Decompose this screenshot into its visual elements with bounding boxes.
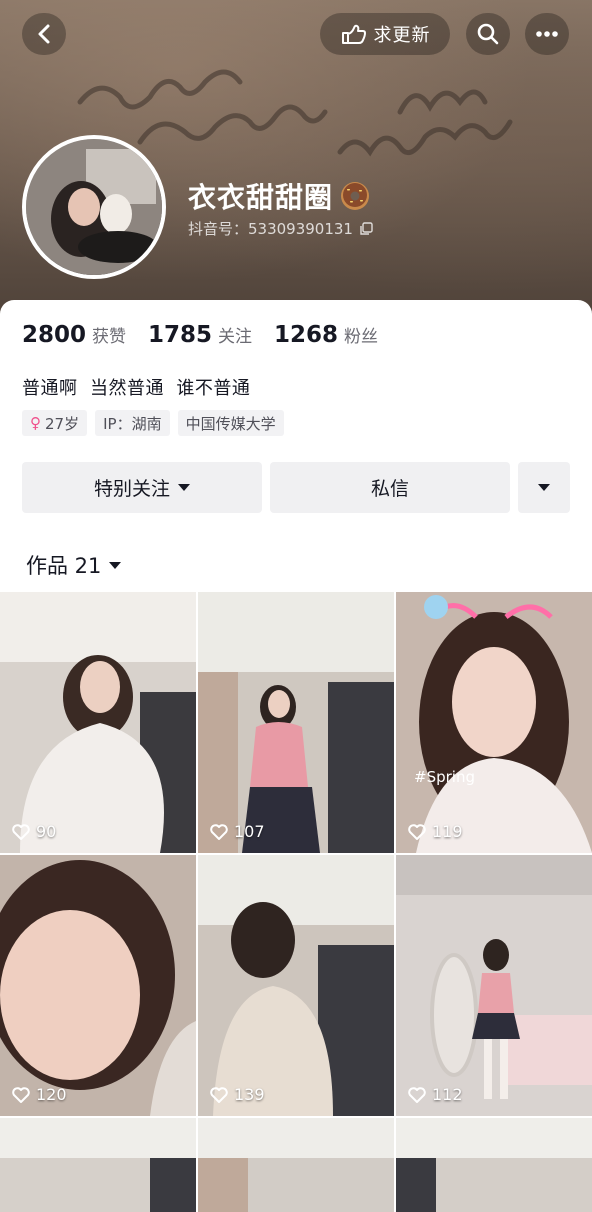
stat-following[interactable]: 1785 关注 bbox=[148, 322, 252, 348]
like-count-value: 139 bbox=[234, 1085, 265, 1104]
like-count: 119 bbox=[408, 822, 463, 841]
like-count: 112 bbox=[408, 1085, 463, 1104]
more-dots-icon bbox=[536, 31, 558, 37]
more-button[interactable] bbox=[525, 13, 569, 55]
stat-likes-value: 2800 bbox=[22, 322, 87, 348]
heart-icon bbox=[12, 823, 30, 840]
profile-bio: 普通啊 当然普通 谁不普通 bbox=[22, 378, 251, 399]
profile-actions: 特别关注 私信 bbox=[22, 462, 570, 513]
stat-followers-value: 1268 bbox=[274, 322, 339, 348]
recommend-dropdown-button[interactable] bbox=[518, 462, 570, 513]
video-cover-image: #Spring bbox=[396, 592, 592, 853]
hand-point-icon bbox=[341, 24, 366, 44]
profile-stats: 2800 获赞 1785 关注 1268 粉丝 bbox=[22, 322, 378, 348]
heart-icon bbox=[408, 1086, 426, 1103]
avatar[interactable] bbox=[22, 135, 166, 279]
profile-tags: ♀ 27岁 IP：湖南 中国传媒大学 bbox=[22, 410, 284, 436]
message-button[interactable]: 私信 bbox=[270, 462, 510, 513]
video-cover-image bbox=[0, 592, 196, 853]
video-cover-image bbox=[396, 1118, 592, 1212]
video-cover-image bbox=[198, 592, 394, 853]
video-cover-image bbox=[0, 855, 196, 1116]
douyin-id[interactable]: 抖音号：53309390131 bbox=[188, 218, 373, 239]
video-thumbnail[interactable] bbox=[396, 1118, 592, 1212]
stat-likes-label: 获赞 bbox=[92, 327, 127, 347]
heart-icon bbox=[210, 823, 228, 840]
video-cover-image bbox=[0, 1118, 196, 1212]
heart-icon bbox=[210, 1086, 228, 1103]
chevron-down-icon bbox=[178, 484, 190, 491]
heart-icon bbox=[408, 823, 426, 840]
donut-emoji-icon bbox=[341, 182, 370, 210]
request-update-button[interactable]: 求更新 bbox=[320, 13, 450, 55]
like-count-value: 107 bbox=[234, 822, 265, 841]
nickname: 衣衣甜甜圈 bbox=[188, 176, 371, 216]
school-text: 中国传媒大学 bbox=[185, 414, 276, 433]
video-cover-image bbox=[198, 1118, 394, 1212]
stat-followers[interactable]: 1268 粉丝 bbox=[274, 322, 378, 348]
like-count: 90 bbox=[12, 822, 56, 841]
stat-following-label: 关注 bbox=[218, 327, 253, 347]
age-tag: ♀ 27岁 bbox=[22, 410, 88, 436]
video-cover-image bbox=[396, 855, 592, 1116]
search-button[interactable] bbox=[466, 13, 510, 55]
video-thumbnail[interactable]: 107 bbox=[198, 592, 394, 853]
video-thumbnail[interactable]: 139 bbox=[198, 855, 394, 1116]
back-button[interactable] bbox=[22, 13, 66, 55]
like-count-value: 119 bbox=[432, 822, 463, 841]
heart-icon bbox=[12, 1086, 30, 1103]
like-count: 139 bbox=[210, 1085, 265, 1104]
video-thumbnail[interactable]: #Spring 119 bbox=[396, 592, 592, 853]
school-tag[interactable]: 中国传媒大学 bbox=[177, 410, 284, 436]
request-update-label: 求更新 bbox=[373, 25, 431, 46]
avatar-photo bbox=[26, 139, 162, 275]
female-icon: ♀ bbox=[30, 414, 41, 432]
like-count-value: 112 bbox=[432, 1085, 463, 1104]
douyin-id-text: 抖音号：53309390131 bbox=[188, 220, 353, 238]
stat-following-value: 1785 bbox=[148, 322, 213, 348]
search-icon bbox=[477, 23, 499, 45]
back-arrow-icon bbox=[38, 24, 50, 44]
chevron-down-icon bbox=[538, 484, 550, 491]
video-thumbnail[interactable] bbox=[0, 1118, 196, 1212]
works-tab-label: 作品 21 bbox=[26, 554, 102, 578]
video-thumbnail[interactable]: 112 bbox=[396, 855, 592, 1116]
works-grid: 90 107 #Spring 119 120 139 112 bbox=[0, 592, 592, 1212]
nickname-text: 衣衣甜甜圈 bbox=[188, 181, 334, 214]
video-thumbnail[interactable]: 120 bbox=[0, 855, 196, 1116]
tab-works[interactable]: 作品 21 bbox=[26, 550, 122, 580]
special-follow-label: 特别关注 bbox=[93, 478, 170, 500]
video-overlay-text: #Spring bbox=[414, 768, 475, 786]
stat-likes[interactable]: 2800 获赞 bbox=[22, 322, 126, 348]
video-thumbnail[interactable]: 90 bbox=[0, 592, 196, 853]
stat-followers-label: 粉丝 bbox=[344, 327, 379, 347]
copy-icon[interactable] bbox=[359, 221, 373, 236]
video-thumbnail[interactable] bbox=[198, 1118, 394, 1212]
special-follow-button[interactable]: 特别关注 bbox=[22, 462, 262, 513]
profile-cover: 求更新 衣衣甜甜圈 抖音号：53309390131 bbox=[0, 0, 592, 320]
ip-tag: IP：湖南 bbox=[95, 410, 170, 436]
like-count-value: 90 bbox=[36, 822, 57, 841]
message-label: 私信 bbox=[370, 478, 409, 500]
like-count: 120 bbox=[12, 1085, 67, 1104]
chevron-down-icon bbox=[109, 561, 122, 569]
ip-text: IP：湖南 bbox=[103, 414, 162, 433]
age-text: 27岁 bbox=[45, 414, 80, 433]
like-count-value: 120 bbox=[36, 1085, 67, 1104]
video-cover-image bbox=[198, 855, 394, 1116]
like-count: 107 bbox=[210, 822, 265, 841]
